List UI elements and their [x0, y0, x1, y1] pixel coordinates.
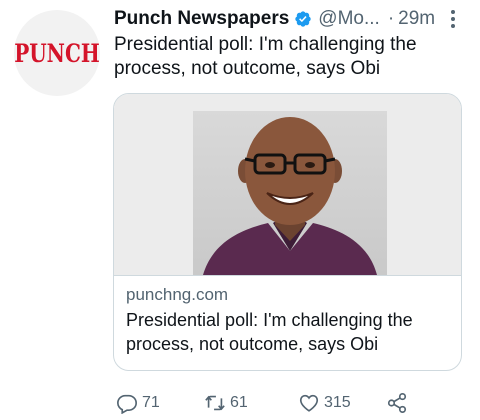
- card-image[interactable]: [114, 94, 461, 276]
- author-name[interactable]: Punch Newspapers: [114, 8, 289, 30]
- retweet-icon: [205, 395, 225, 411]
- link-card[interactable]: punchng.com Presidential poll: I'm chall…: [113, 93, 462, 371]
- author-handle[interactable]: @Mo...: [318, 8, 380, 30]
- like-button[interactable]: 315: [298, 392, 351, 414]
- reply-count: 71: [142, 394, 160, 411]
- tweet[interactable]: PUNCH Punch Newspapers @Mo... · 29m Pres…: [0, 0, 480, 420]
- tweet-text: Presidential poll: I'm challenging the p…: [114, 34, 417, 79]
- verified-badge-icon: [295, 11, 311, 27]
- more-vertical-icon[interactable]: [450, 9, 456, 29]
- card-photo: [193, 111, 387, 275]
- reply-icon: [117, 394, 137, 414]
- card-domain: punchng.com: [126, 285, 229, 304]
- person-portrait-image: [203, 117, 377, 275]
- card-title: Presidential poll: I'm challenging the p…: [126, 310, 413, 354]
- tweet-timestamp[interactable]: 29m: [398, 8, 435, 30]
- tweet-header: Punch Newspapers @Mo... · 29m: [114, 7, 470, 31]
- retweet-count: 61: [230, 394, 248, 411]
- share-icon: [387, 393, 407, 413]
- separator-dot: ·: [387, 8, 395, 29]
- punch-logo: PUNCH: [14, 38, 100, 68]
- reply-button[interactable]: 71: [116, 392, 160, 414]
- retweet-button[interactable]: 61: [204, 392, 248, 414]
- avatar[interactable]: PUNCH: [14, 10, 100, 96]
- tweet-actions: 71 61 315: [116, 392, 456, 416]
- share-button[interactable]: [386, 392, 412, 414]
- like-count: 315: [324, 394, 351, 411]
- heart-icon: [299, 394, 319, 412]
- card-body: punchng.com Presidential poll: I'm chall…: [114, 276, 461, 356]
